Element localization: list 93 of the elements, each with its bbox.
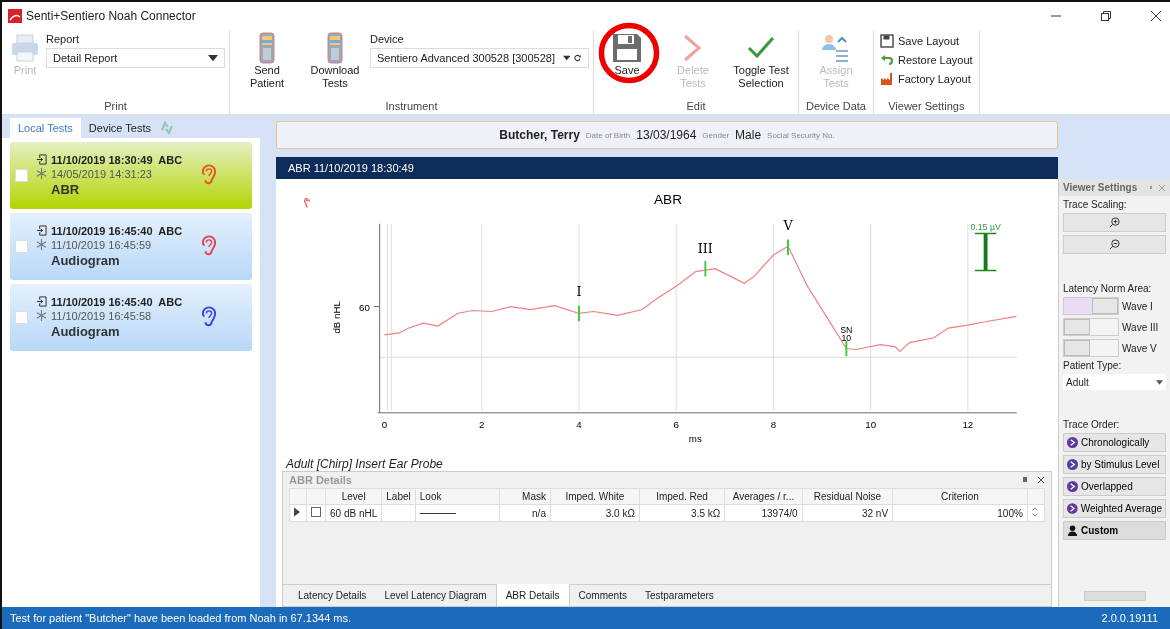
ribbon-group-label: Device Data (805, 100, 867, 114)
gender-value: Male (735, 128, 762, 142)
ribbon-button[interactable]: Download Tests (302, 30, 368, 100)
test-card[interactable]: 11/10/2019 18:30:49 ABC 14/05/2019 14:31:23 ABR (10, 142, 252, 209)
patient-name: Butcher, Terry (499, 128, 580, 142)
x-tick-label: 0 (381, 419, 388, 431)
x-tick-label: 12 (962, 419, 974, 431)
layout-button[interactable]: Restore Layout (878, 51, 975, 69)
section-label: Trace Order: (1063, 419, 1121, 430)
ribbon-group-label: Print (103, 100, 128, 114)
x-tick-label: 2 (479, 419, 485, 431)
panel-title: Viewer Settings (1063, 182, 1138, 193)
side-tab[interactable]: Local Tests (10, 118, 81, 138)
y-axis-label: dB nHL (330, 301, 342, 334)
test-type: Audiogram (50, 323, 121, 339)
field-label: Social Security No. (767, 130, 835, 140)
column-header[interactable]: Imped. Red (639, 488, 725, 505)
bottom-tab[interactable]: Comments (569, 585, 636, 606)
ribbon-button[interactable]: Toggle Test Selection (728, 30, 794, 100)
x-tick-label: 10 (865, 419, 877, 431)
import-date: 11/10/2019 18:30:49 ABC (51, 153, 183, 166)
ribbon-group-label: Instrument (384, 100, 439, 114)
trace-order-button[interactable]: Weighted Average (1063, 499, 1166, 518)
table-cell: 13974/0 (724, 504, 803, 522)
table-cell: 3.0 kΩ (550, 504, 640, 522)
table-cell: 60 dB nHL (325, 504, 382, 522)
version-label: 2.0.0.19111 (1101, 612, 1158, 624)
ribbon-group-label: Edit (685, 100, 707, 114)
birth-date: 13/03/1964 (636, 128, 697, 142)
wave-label: Wave I (1122, 300, 1153, 312)
peak-label: I (576, 283, 582, 299)
viewer-title: ABR 11/10/2019 18:30:49 (288, 162, 414, 174)
import-date: 11/10/2019 16:45:40 ABC (51, 224, 183, 237)
section-label: Patient Type: (1063, 360, 1123, 371)
patient-type-dropdown[interactable]: Adult (1063, 374, 1166, 390)
field-label: Gender (702, 130, 730, 140)
scale-label: 0.15 µV (970, 221, 1001, 232)
side-tab[interactable]: Device Tests (80, 118, 159, 138)
wave-label: Wave V (1122, 342, 1157, 354)
trace-order-button[interactable]: Chronologically (1063, 433, 1166, 452)
peak-label: SN 10 (840, 324, 853, 343)
created-date: 14/05/2019 14:31:23 (51, 167, 152, 180)
panel-title: ABR Details (289, 474, 352, 486)
test-type: Audiogram (50, 252, 121, 268)
x-tick-label: 6 (673, 419, 679, 431)
test-type: ABR (50, 181, 81, 197)
column-header[interactable]: Residual Noise (802, 488, 893, 505)
peak-label: III (697, 241, 713, 257)
trace-order-button[interactable]: Overlapped (1063, 477, 1166, 496)
trace-order-button[interactable]: Custom (1063, 521, 1166, 540)
column-header[interactable]: Criterion (892, 488, 1028, 505)
layout-button[interactable]: Save Layout (878, 32, 975, 50)
x-tick-label: 4 (576, 419, 582, 431)
dropdown-caption: Device (370, 33, 405, 45)
column-header[interactable]: Look (415, 488, 500, 505)
dropdown-field[interactable]: Sentiero Advanced 300528 [300528] (370, 48, 589, 68)
wave-label: Wave III (1122, 321, 1159, 333)
table-cell: n/a (499, 504, 551, 522)
layout-button[interactable]: Factory Layout (878, 70, 975, 88)
window-title: Senti+Sentiero Noah Connector (26, 9, 196, 23)
column-header[interactable]: Label (381, 488, 416, 505)
import-date: 11/10/2019 16:45:40 ABC (51, 295, 183, 308)
column-header[interactable]: Imped. White (550, 488, 640, 505)
chart-title: ABR (654, 192, 682, 208)
status-message: Test for patient "Butcher" have been loaded from Noah in 67.1344 ms. (10, 612, 352, 624)
ribbon-button[interactable]: Save (608, 30, 646, 100)
created-date: 11/10/2019 16:45:59 (51, 238, 152, 251)
ribbon-button[interactable]: Send Patient (234, 30, 300, 100)
stimulus-caption: Adult [Chirp] Insert Ear Probe (284, 457, 444, 471)
test-card[interactable]: 11/10/2019 16:45:40 ABC 11/10/2019 16:45:58 Audiogram (10, 284, 252, 351)
created-date: 11/10/2019 16:45:58 (51, 309, 152, 322)
ribbon-group-label: Viewer Settings (887, 100, 966, 114)
table-cell: 32 nV (802, 504, 893, 522)
bottom-tab[interactable]: Level Latency Diagram (375, 585, 496, 606)
bottom-tab[interactable]: ABR Details (495, 584, 570, 606)
column-header[interactable]: Level (325, 488, 382, 505)
section-label: Latency Norm Area: (1063, 283, 1153, 294)
x-tick-label: 8 (770, 419, 777, 431)
column-header[interactable]: Mask (499, 488, 551, 505)
table-cell: 100% (892, 504, 1028, 522)
field-label: Date of Birth (585, 130, 631, 140)
table-cell: 3.5 kΩ (639, 504, 725, 522)
bottom-tab[interactable]: Latency Details (289, 585, 376, 606)
section-label: Trace Scaling: (1063, 199, 1128, 210)
column-header[interactable]: Averages / r... (724, 488, 803, 505)
dropdown-field[interactable]: Detail Report (46, 48, 225, 68)
dropdown-caption: Report (46, 33, 81, 45)
x-axis-label: ms (688, 433, 702, 445)
peak-label: V (783, 217, 793, 233)
bottom-tab[interactable]: Testparameters (635, 585, 723, 606)
y-tick-label: 60 (359, 301, 370, 313)
test-card[interactable]: 11/10/2019 16:45:40 ABC 11/10/2019 16:45:59 Audiogram (10, 213, 252, 280)
trace-order-button[interactable]: by Stimulus Level (1063, 455, 1166, 474)
